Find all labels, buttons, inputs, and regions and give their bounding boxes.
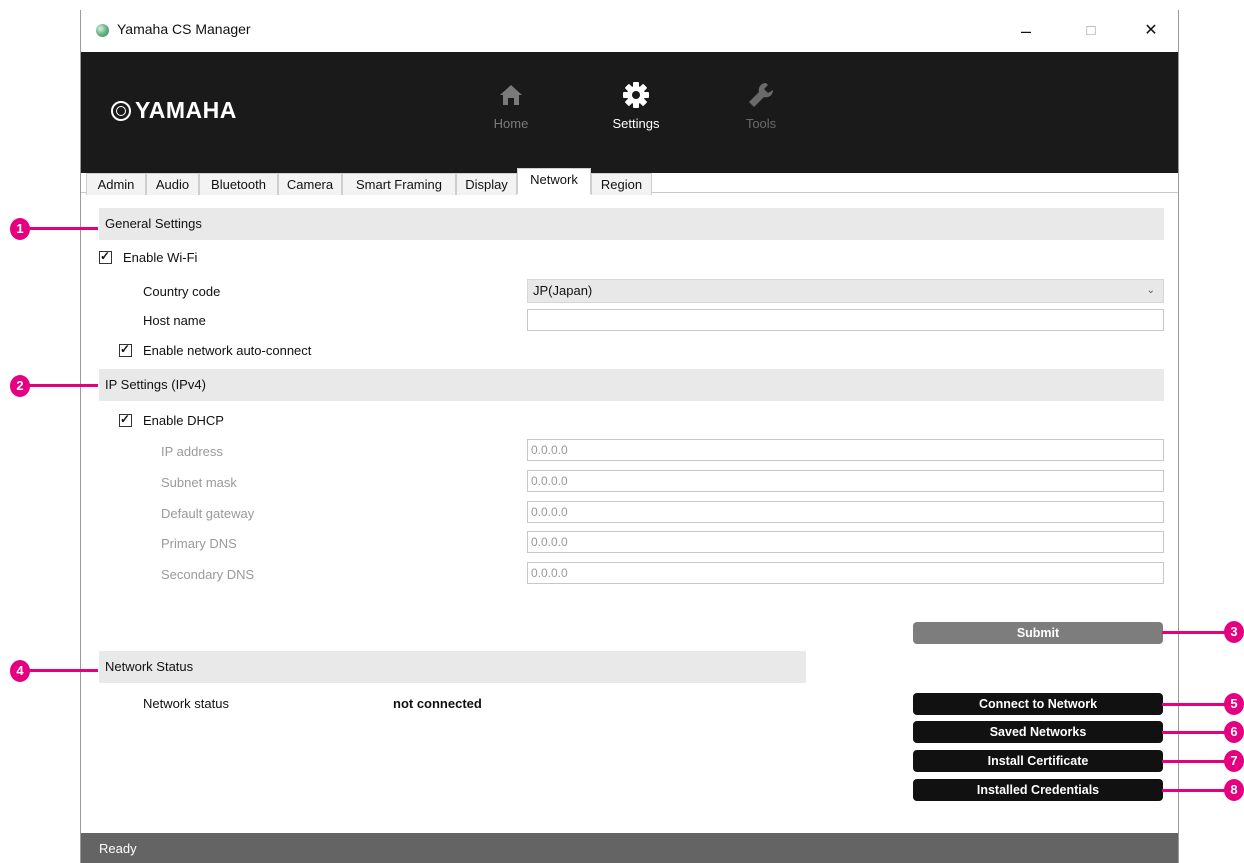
yamaha-logo: YAMAHA (111, 97, 237, 124)
callout-line-7 (1162, 760, 1232, 763)
callout-2: 2 (10, 375, 30, 397)
callout-line-2 (26, 384, 98, 387)
country-code-select[interactable]: JP(Japan) ⌄ (527, 279, 1164, 303)
default-gateway-label: Default gateway (161, 506, 255, 521)
tab-admin[interactable]: Admin (86, 173, 146, 195)
subnet-mask-input[interactable] (527, 470, 1164, 492)
maximize-button[interactable]: □ (1071, 18, 1111, 44)
callout-5: 5 (1224, 693, 1244, 715)
enable-wifi-label: Enable Wi-Fi (123, 250, 198, 265)
callout-3: 3 (1224, 621, 1244, 643)
status-bar: Ready (81, 833, 1178, 863)
host-name-input[interactable] (527, 309, 1164, 331)
network-status-label: Network status (143, 696, 229, 711)
home-icon (481, 78, 541, 112)
logo-text: YAMAHA (135, 97, 237, 123)
close-button[interactable]: ✕ (1131, 18, 1171, 44)
gear-icon (606, 78, 666, 112)
settings-tab-bar: Admin Audio Bluetooth Camera Smart Frami… (81, 168, 1178, 195)
country-code-label: Country code (143, 284, 221, 299)
tab-camera[interactable]: Camera (278, 173, 342, 195)
app-window: Yamaha CS Manager – □ ✕ YAMAHA Home Sett… (80, 10, 1179, 863)
general-settings-header: General Settings (99, 208, 1164, 240)
tab-bluetooth[interactable]: Bluetooth (199, 173, 278, 195)
nav-settings-label: Settings (612, 116, 660, 131)
callout-line-5 (1162, 703, 1232, 706)
window-title: Yamaha CS Manager (117, 21, 251, 37)
nav-tools-label: Tools (745, 116, 777, 131)
callout-7: 7 (1224, 750, 1244, 772)
callout-line-4 (26, 669, 98, 672)
callout-4: 4 (10, 660, 30, 682)
callout-8: 8 (1224, 779, 1244, 801)
default-gateway-input[interactable] (527, 501, 1164, 523)
enable-dhcp-checkbox[interactable] (119, 412, 132, 427)
callout-1: 1 (10, 218, 30, 240)
status-text: Ready (99, 841, 137, 856)
app-header: YAMAHA Home Settings Tools (81, 52, 1178, 173)
installed-credentials-button[interactable]: Installed Credentials (913, 779, 1163, 801)
subnet-mask-label: Subnet mask (161, 475, 237, 490)
tab-smart-framing[interactable]: Smart Framing (342, 173, 456, 195)
secondary-dns-input[interactable] (527, 562, 1164, 584)
auto-connect-label: Enable network auto-connect (143, 343, 312, 358)
primary-dns-input[interactable] (527, 531, 1164, 553)
network-status-header: Network Status (99, 651, 806, 683)
callout-line-1 (26, 227, 98, 230)
chevron-down-icon: ⌄ (1146, 285, 1155, 296)
nav-home[interactable]: Home (481, 78, 541, 131)
nav-home-label: Home (493, 116, 529, 131)
ip-address-label: IP address (161, 444, 223, 459)
callout-line-6 (1162, 731, 1232, 734)
enable-wifi-checkbox[interactable] (99, 249, 112, 264)
tab-display[interactable]: Display (456, 173, 517, 195)
auto-connect-checkbox[interactable] (119, 342, 132, 357)
app-icon (96, 24, 109, 37)
nav-settings[interactable]: Settings (606, 78, 666, 131)
secondary-dns-label: Secondary DNS (161, 567, 255, 582)
tab-audio[interactable]: Audio (146, 173, 199, 195)
primary-dns-label: Primary DNS (161, 536, 237, 551)
nav-tools[interactable]: Tools (731, 78, 791, 131)
callout-line-8 (1162, 789, 1232, 792)
callout-6: 6 (1224, 721, 1244, 743)
network-status-value: not connected (393, 696, 482, 711)
install-certificate-button[interactable]: Install Certificate (913, 750, 1163, 772)
minimize-button[interactable]: – (1006, 18, 1046, 44)
host-name-label: Host name (143, 313, 206, 328)
yamaha-tuning-fork-icon (111, 101, 131, 121)
enable-dhcp-label: Enable DHCP (143, 413, 224, 428)
submit-button[interactable]: Submit (913, 622, 1163, 644)
title-bar: Yamaha CS Manager – □ ✕ (81, 10, 1178, 52)
wrench-icon (731, 78, 791, 112)
country-code-value: JP(Japan) (533, 283, 593, 298)
saved-networks-button[interactable]: Saved Networks (913, 721, 1163, 743)
tab-region[interactable]: Region (591, 173, 652, 195)
callout-line-3 (1162, 631, 1232, 634)
ip-address-input[interactable] (527, 439, 1164, 461)
ip-settings-header: IP Settings (IPv4) (99, 369, 1164, 401)
connect-to-network-button[interactable]: Connect to Network (913, 693, 1163, 715)
tab-network[interactable]: Network (517, 168, 591, 194)
